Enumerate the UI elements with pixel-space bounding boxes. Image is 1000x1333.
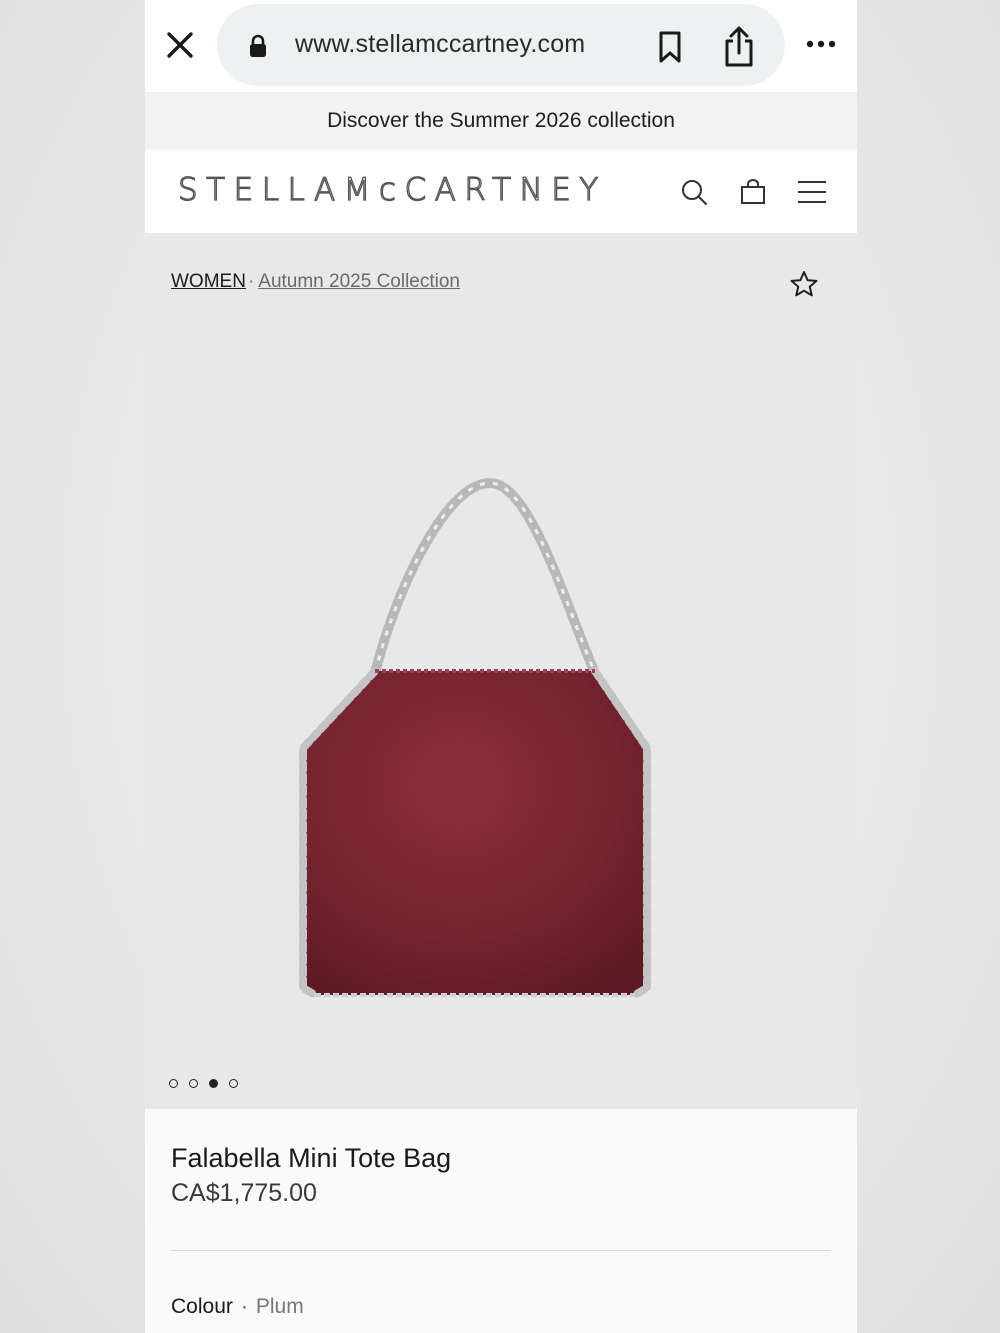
colour-value: Plum bbox=[255, 1295, 304, 1318]
brand-logo[interactable]: STELLAMcCARTNEY bbox=[177, 171, 607, 208]
product-image[interactable] bbox=[295, 473, 715, 1013]
carousel-dot[interactable] bbox=[189, 1079, 198, 1088]
carousel-dot[interactable] bbox=[209, 1079, 218, 1088]
site-header: STELLAMcCARTNEY bbox=[145, 150, 857, 233]
shopping-bag-icon[interactable] bbox=[739, 178, 767, 206]
carousel-dot[interactable] bbox=[169, 1079, 178, 1088]
star-icon[interactable] bbox=[789, 269, 819, 299]
promo-text: Discover the Summer 2026 collection bbox=[327, 109, 675, 132]
more-icon[interactable] bbox=[805, 36, 837, 52]
carousel-indicators bbox=[169, 1075, 249, 1088]
product-price: CA$1,775.00 bbox=[171, 1179, 317, 1207]
browser-bar: www.stellamccartney.com bbox=[145, 0, 857, 92]
share-icon[interactable] bbox=[722, 26, 756, 68]
breadcrumb-collection[interactable]: Autumn 2025 Collection bbox=[258, 271, 460, 292]
product-info: Falabella Mini Tote Bag CA$1,775.00 Colo… bbox=[145, 1109, 857, 1333]
address-bar[interactable]: www.stellamccartney.com bbox=[217, 4, 785, 86]
breadcrumb: WOMEN · Autumn 2025 Collection bbox=[171, 271, 460, 293]
lock-icon bbox=[250, 34, 266, 57]
product-name: Falabella Mini Tote Bag bbox=[171, 1143, 452, 1173]
promo-banner[interactable]: Discover the Summer 2026 collection bbox=[145, 92, 857, 150]
colour-selector[interactable]: Colour · Plum bbox=[171, 1295, 304, 1319]
product-gallery[interactable]: WOMEN · Autumn 2025 Collection bbox=[145, 233, 857, 1109]
bookmark-icon[interactable] bbox=[657, 30, 683, 64]
breadcrumb-separator: · bbox=[247, 271, 255, 292]
colour-label: Colour bbox=[171, 1295, 233, 1318]
colour-separator: · bbox=[240, 1295, 248, 1318]
close-icon[interactable] bbox=[163, 28, 197, 62]
menu-icon[interactable] bbox=[797, 179, 827, 205]
divider bbox=[171, 1250, 831, 1251]
url-text: www.stellamccartney.com bbox=[295, 30, 586, 58]
search-icon[interactable] bbox=[680, 178, 708, 206]
breadcrumb-women[interactable]: WOMEN bbox=[171, 271, 246, 292]
mobile-screen: www.stellamccartney.com Discover the Sum… bbox=[145, 0, 857, 1333]
carousel-dot[interactable] bbox=[229, 1079, 238, 1088]
